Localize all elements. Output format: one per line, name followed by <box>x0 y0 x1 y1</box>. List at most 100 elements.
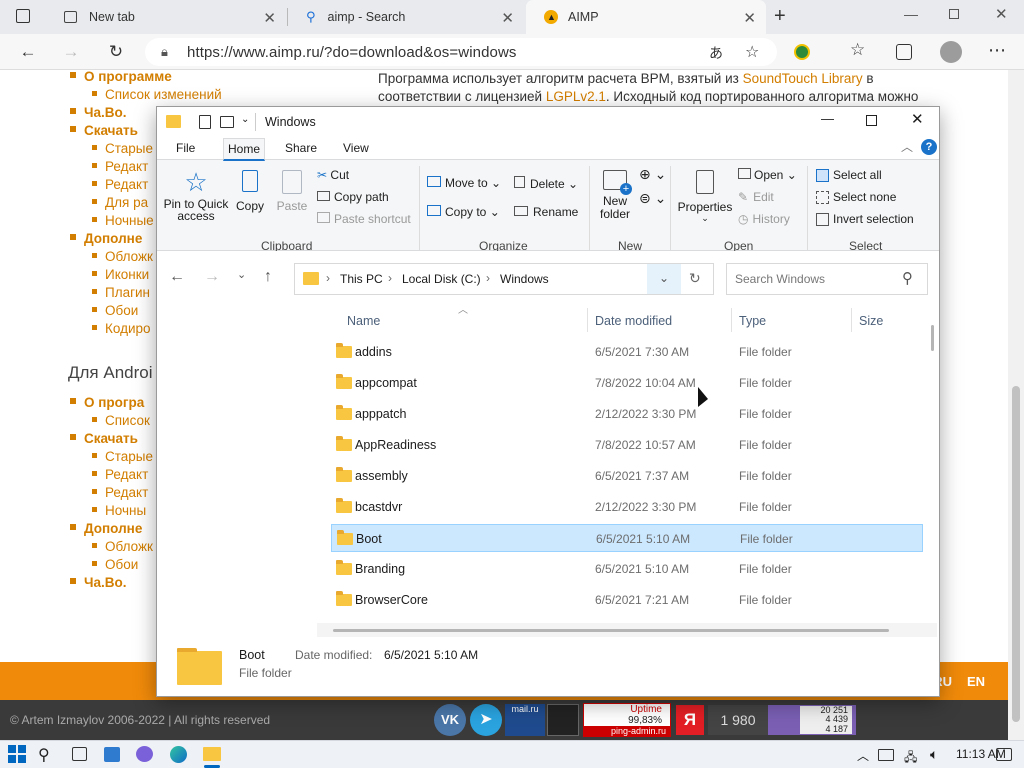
menu-section-link[interactable]: Дополне <box>70 231 142 246</box>
scroll-thumb[interactable] <box>931 325 934 351</box>
tab-share[interactable]: Share <box>285 141 317 155</box>
close-icon[interactable]: ✕ <box>911 110 924 128</box>
menu-sub-link[interactable]: Редакт <box>92 467 148 482</box>
menu-section-link[interactable]: Скачать <box>70 431 138 446</box>
search-field[interactable]: Search Windows ⚲ <box>726 263 928 295</box>
volume-icon[interactable]: 🔈︎ <box>930 746 938 763</box>
recent-locations-icon[interactable]: ⌄ <box>237 268 246 281</box>
file-row[interactable]: Branding 6/5/2021 5:10 AM File folder <box>331 555 923 583</box>
breadcrumb-local-disk[interactable]: Local Disk (C:) <box>402 272 481 286</box>
invert-selection-button[interactable]: Invert selection <box>816 212 914 227</box>
column-name[interactable]: Name <box>347 314 380 328</box>
yandex-icon[interactable]: Я <box>676 705 704 735</box>
horizontal-scrollbar[interactable] <box>317 623 937 637</box>
menu-sub-link[interactable]: Обои <box>92 557 138 572</box>
file-row[interactable]: bcastdvr 2/12/2022 3:30 PM File folder <box>331 493 923 521</box>
menu-section-link[interactable]: Ча.Во. <box>70 575 127 590</box>
pin-to-quick-access-button[interactable]: ☆ Pin to Quick access <box>163 168 229 228</box>
telegram-icon[interactable]: ➤ <box>470 704 502 736</box>
menu-section-link[interactable]: Ча.Во. <box>70 105 127 120</box>
more-menu-icon[interactable]: ⋯ <box>988 40 1006 61</box>
avatar[interactable] <box>940 41 962 63</box>
network-icon[interactable]: 🖧︎ <box>904 748 917 769</box>
menu-sub-link[interactable]: Старые <box>92 449 153 464</box>
help-icon[interactable]: ? <box>921 139 937 155</box>
edit-button[interactable]: ✎ Edit <box>738 190 774 204</box>
menu-sub-link[interactable]: Редакт <box>92 485 148 500</box>
column-size[interactable]: Size <box>859 314 883 328</box>
menu-section-link[interactable]: О програ <box>70 395 144 410</box>
file-row[interactable]: AppReadiness 7/8/2022 10:57 AM File folder <box>331 431 923 459</box>
file-explorer-taskbar-icon[interactable] <box>203 747 221 761</box>
select-all-button[interactable]: Select all <box>816 168 882 183</box>
task-view-icon[interactable] <box>72 747 87 761</box>
menu-sub-link[interactable]: Список <box>92 413 150 428</box>
close-window-icon[interactable]: ✕ <box>995 5 1008 23</box>
lang-ru-link[interactable]: RU <box>938 674 952 689</box>
favorites-icon[interactable]: ☆ <box>850 40 865 60</box>
forward-arrow-icon[interactable]: → <box>58 39 84 65</box>
copy-to-button[interactable]: Copy to ⌄ <box>427 205 500 219</box>
chat-icon[interactable] <box>136 746 153 762</box>
tab-file[interactable]: File <box>176 141 195 155</box>
lgpl-link[interactable]: LGPLv2.1 <box>546 89 606 104</box>
search-icon[interactable]: ⚲ <box>902 269 913 287</box>
lang-en-link[interactable]: EN <box>967 674 985 689</box>
page-scrollbar[interactable] <box>1008 70 1024 740</box>
tray-chevron-icon[interactable]: ︿ <box>857 747 869 764</box>
scroll-thumb[interactable] <box>1012 386 1020 722</box>
back-arrow-icon[interactable]: ← <box>15 39 41 65</box>
edge-icon[interactable] <box>170 746 187 763</box>
paste-shortcut-button[interactable]: Paste shortcut <box>317 212 411 226</box>
new-folder-quick-icon[interactable] <box>220 116 234 128</box>
paste-button[interactable]: Paste <box>275 168 309 228</box>
url-field[interactable]: 🔒︎ https://www.aimp.ru/?do=download&os=w… <box>145 38 777 66</box>
breadcrumb[interactable]: › This PC › Local Disk (C:) › Windows ⌄ … <box>294 263 714 295</box>
menu-sub-link[interactable]: Кодиро <box>92 321 151 336</box>
menu-sub-link[interactable]: Плагин <box>92 285 150 300</box>
tab-aimp[interactable]: ▲ AIMP ✕ <box>526 0 766 34</box>
widgets-icon[interactable] <box>104 747 120 762</box>
extension-globe-icon[interactable] <box>794 44 810 60</box>
properties-quick-icon[interactable] <box>199 115 211 129</box>
menu-sub-link[interactable]: Иконки <box>92 267 149 282</box>
rename-button[interactable]: Rename <box>514 205 578 219</box>
tab-actions-icon[interactable] <box>16 9 30 23</box>
menu-sub-link[interactable]: Ночны <box>92 503 146 518</box>
move-to-button[interactable]: Move to ⌄ <box>427 176 501 190</box>
close-icon[interactable]: ✕ <box>743 9 756 27</box>
scroll-thumb[interactable] <box>333 629 889 632</box>
windows-start-icon[interactable] <box>8 745 26 763</box>
minimize-icon[interactable]: — <box>821 111 834 126</box>
new-item-icon[interactable]: ⊕ ⌄ <box>639 166 666 183</box>
menu-sub-link[interactable]: Обложк <box>92 539 153 554</box>
tab-view[interactable]: View <box>343 141 369 155</box>
properties-button[interactable]: Properties ⌄ <box>677 170 733 223</box>
menu-section-link[interactable]: Дополне <box>70 521 142 536</box>
up-arrow-icon[interactable]: ↑ <box>264 268 272 286</box>
address-dropdown-button[interactable]: ⌄ <box>647 264 681 294</box>
column-date-modified[interactable]: Date modified <box>595 314 672 328</box>
vertical-scrollbar[interactable] <box>928 321 938 621</box>
counter-badge-image[interactable] <box>547 704 579 736</box>
mailru-counter-badge[interactable]: mail.ru <box>505 704 545 736</box>
easy-access-icon[interactable]: ⊜ ⌄ <box>639 190 666 207</box>
menu-sub-link[interactable]: Ночные <box>92 213 154 228</box>
restore-icon[interactable] <box>949 9 959 19</box>
notifications-icon[interactable] <box>996 748 1012 761</box>
tab-new-tab[interactable]: New tab ✕ <box>46 0 286 34</box>
file-row[interactable]: addins 6/5/2021 7:30 AM File folder <box>331 338 923 366</box>
breadcrumb-windows[interactable]: Windows <box>500 272 549 286</box>
menu-sub-link[interactable]: Редакт <box>92 177 148 192</box>
menu-sub-link[interactable]: Старые <box>92 141 153 156</box>
read-aloud-icon[interactable]: あ <box>709 43 723 63</box>
select-none-button[interactable]: Select none <box>816 190 896 205</box>
liveinternet-counter[interactable]: 20 251 4 439 4 187 <box>768 705 856 735</box>
menu-sub-link[interactable]: Редакт <box>92 159 148 174</box>
file-row[interactable]: Boot 6/5/2021 5:10 AM File folder <box>331 524 923 552</box>
menu-sub-link[interactable]: Для ра <box>92 195 148 210</box>
file-row[interactable]: assembly 6/5/2021 7:37 AM File folder <box>331 462 923 490</box>
forward-arrow-icon[interactable]: → <box>204 268 220 286</box>
menu-sub-link[interactable]: Список изменений <box>92 87 222 102</box>
tab-aimp-search[interactable]: ⚲ aimp - Search ✕ <box>288 0 524 34</box>
